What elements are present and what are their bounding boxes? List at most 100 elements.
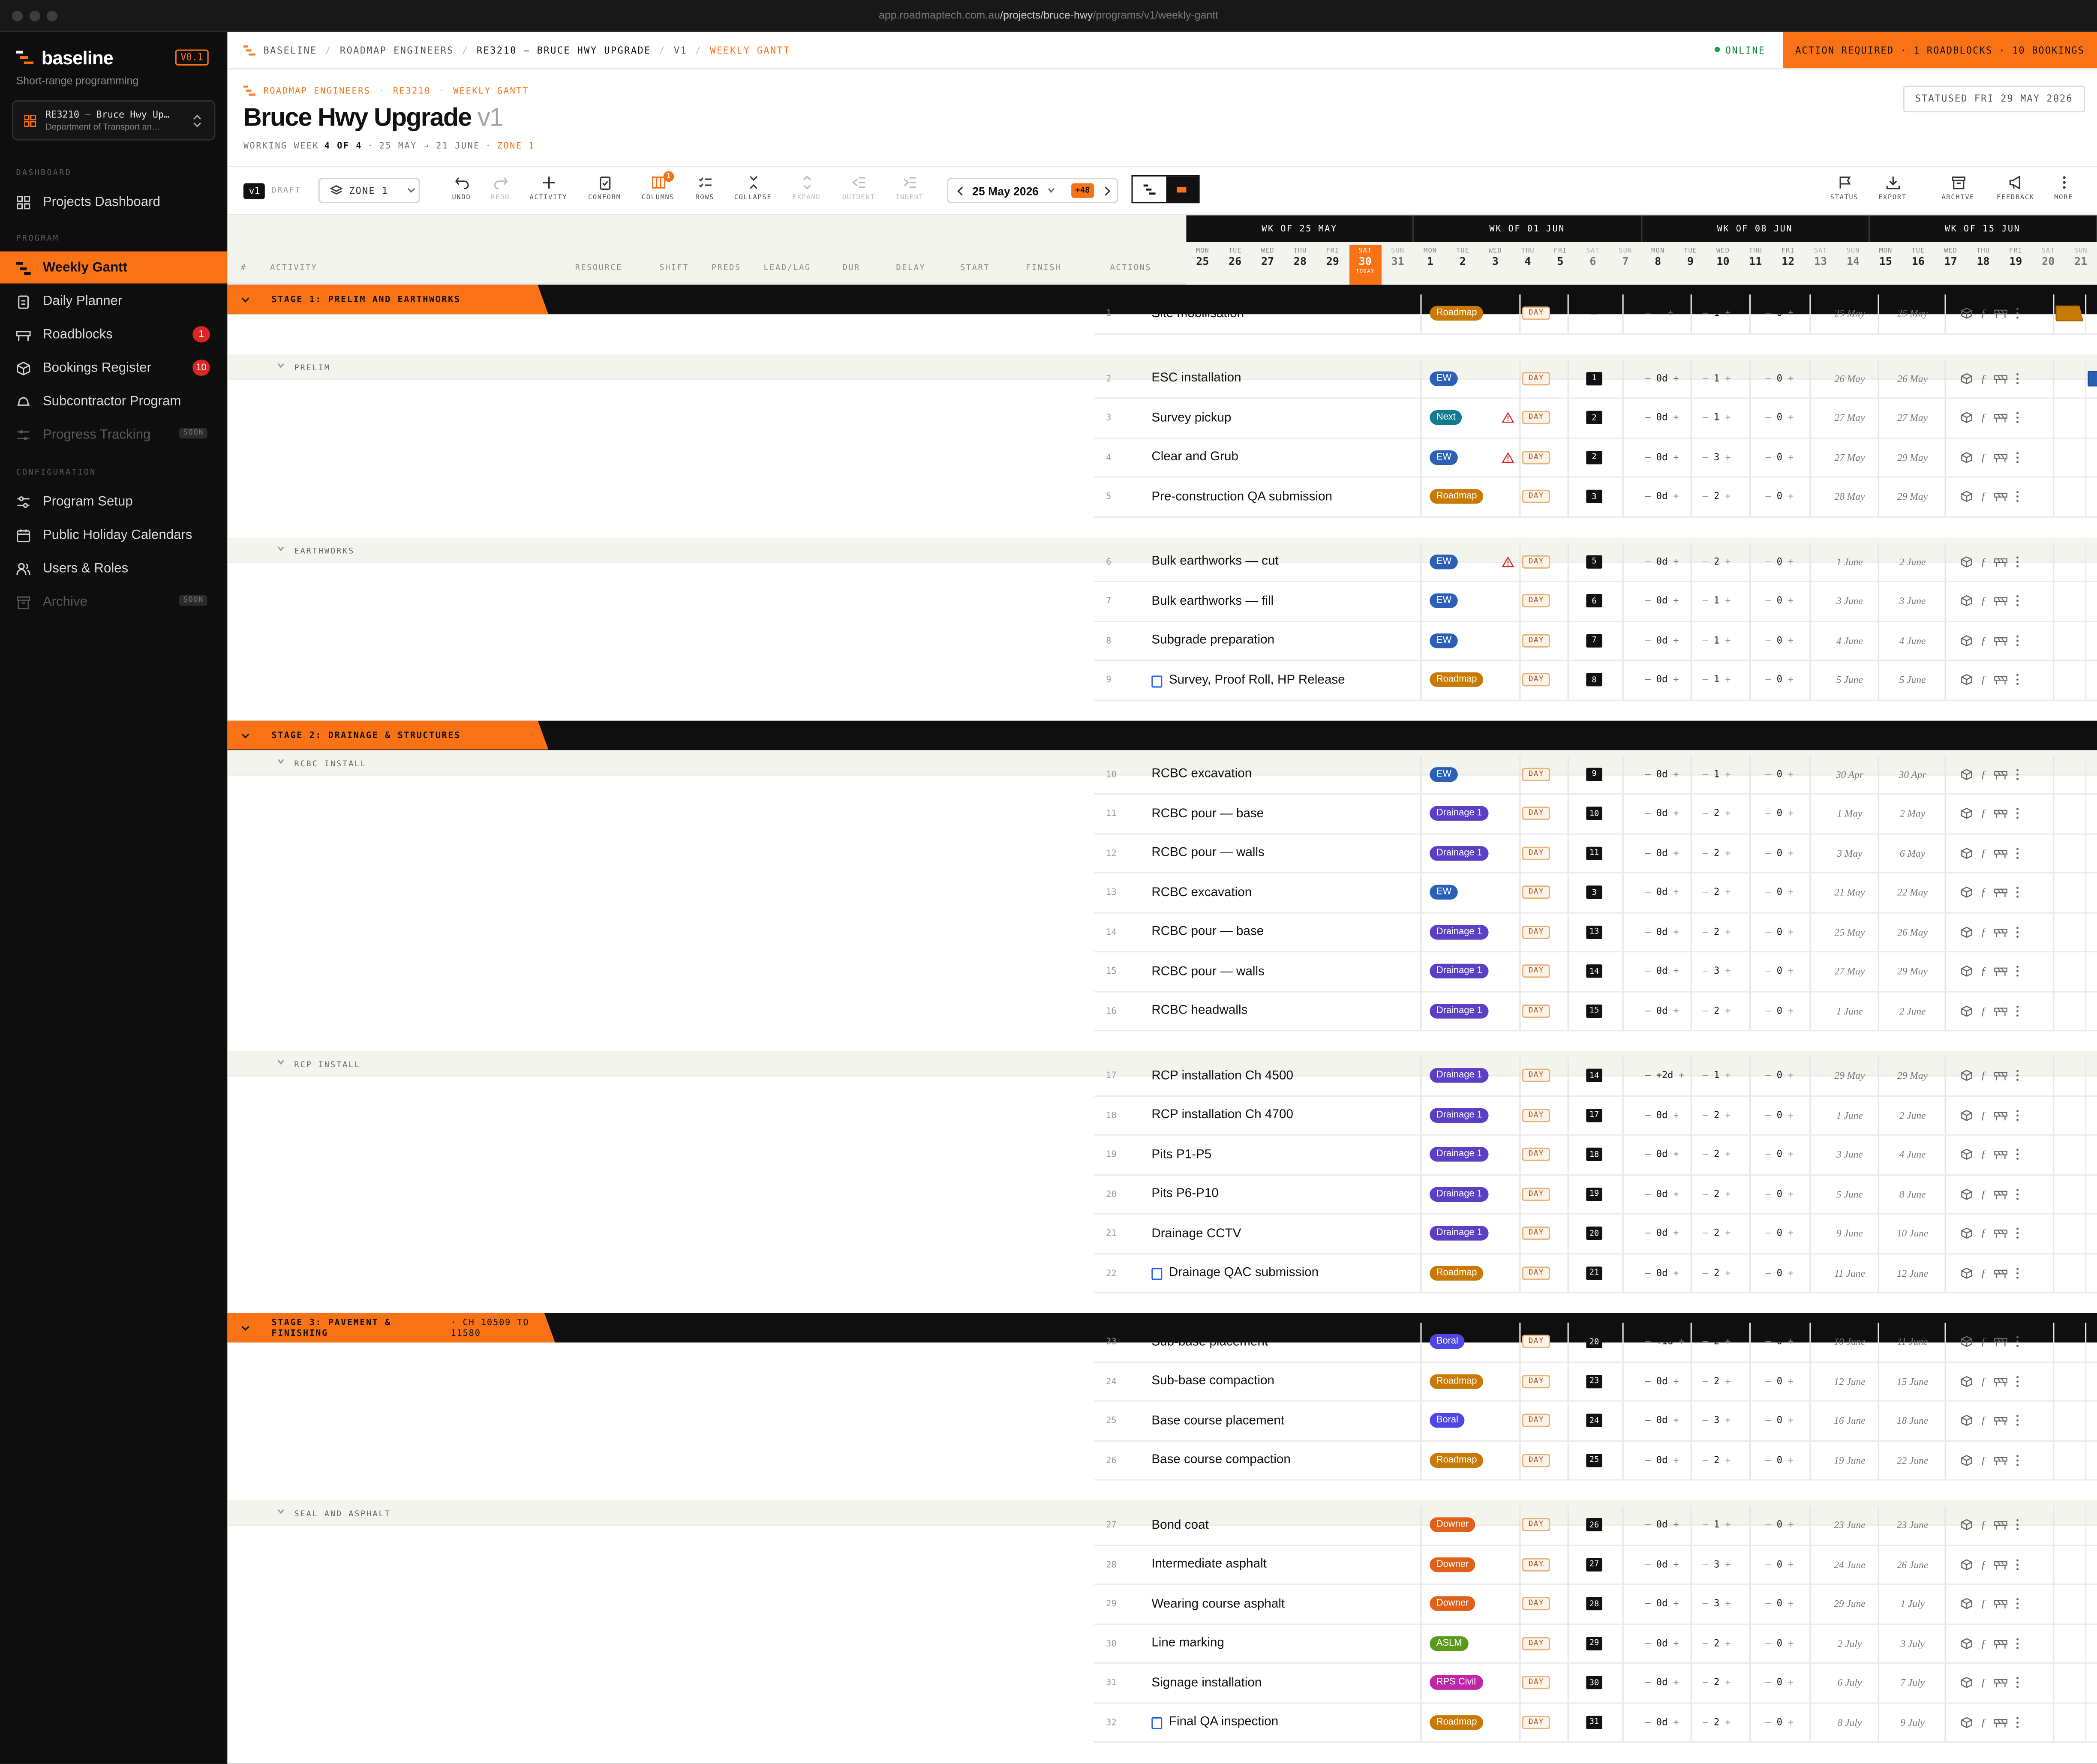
delay-stepper[interactable]: – 0 + [1765,1520,1794,1530]
day-cell[interactable] [2053,542,2085,581]
predecessor-badge[interactable]: 2 [1586,411,1602,425]
cube-icon[interactable] [1961,1149,1973,1161]
delay-stepper[interactable]: – 0 + [1765,1638,1794,1649]
resource-pill[interactable]: EW [1430,554,1458,569]
formula-icon[interactable]: ƒ [1981,966,1986,978]
duration-stepper[interactable]: – 2 + [1703,1376,1731,1386]
chevron-down-icon[interactable] [241,1324,250,1333]
activity-name[interactable]: RCBC pour — walls [1151,834,1265,872]
resource-pill[interactable]: EW [1430,450,1458,465]
day-cell[interactable] [2053,1323,2085,1361]
nav-subcontractor-program[interactable]: Subcontractor Program [0,385,227,417]
delay-stepper[interactable]: – 0 + [1765,452,1794,463]
formula-icon[interactable]: ƒ [1981,1598,1986,1610]
lead-lag-stepper[interactable]: – 0d + [1645,887,1679,898]
duration-stepper[interactable]: – 1 + [1703,1520,1731,1530]
activity-name[interactable]: RCBC excavation [1151,873,1252,912]
delay-stepper[interactable]: – 0 + [1765,966,1794,977]
formula-icon[interactable]: ƒ [1981,1227,1986,1239]
activity-name[interactable]: Base course placement [1151,1402,1284,1440]
columns-button[interactable]: COLUMNS 1 [638,171,678,202]
cube-icon[interactable] [1961,1336,1973,1348]
lead-lag-stepper[interactable]: – 0d + [1645,635,1679,646]
nav-daily-planner[interactable]: Daily Planner [0,285,227,317]
day-cell[interactable] [2085,755,2097,793]
duration-stepper[interactable]: – 3 + [1703,1559,1731,1570]
day-cell[interactable] [2085,1323,2097,1361]
day-cell[interactable] [2053,359,2085,398]
finish-date[interactable]: 4 June [1886,1149,1939,1161]
col-number[interactable]: # [241,264,247,273]
more-vertical-icon[interactable] [2016,1149,2019,1161]
activity-row[interactable]: 11 RCBC pour — base Drainage 1 DAY 10 – 0d + –… [1094,795,2097,834]
barrier-icon[interactable] [1994,1558,2007,1570]
formula-icon[interactable]: ƒ [1981,1519,1986,1531]
cube-icon[interactable] [1961,1415,1973,1427]
start-date[interactable]: 6 July [1823,1677,1877,1689]
activity-row[interactable]: 1 Site mobilisation Roadmap DAY — – — + – 1 + –… [1094,294,2097,334]
day-cell[interactable] [2053,1624,2085,1662]
barrier-icon[interactable] [1994,412,2007,424]
barrier-icon[interactable] [1994,1415,2007,1427]
predecessor-badge[interactable]: 15 [1586,1004,1602,1018]
activity-name[interactable]: Signage installation [1151,1664,1262,1702]
finish-date[interactable]: 7 July [1886,1677,1939,1689]
day-cell[interactable] [2053,621,2085,660]
activity-name[interactable]: Intermediate asphalt [1151,1545,1267,1584]
resource-pill[interactable]: Roadmap [1430,1452,1484,1468]
activity-row[interactable]: 27 Bond coat Downer DAY 26 – 0d + – 1 + – 0 + 23… [1094,1506,2097,1545]
resource-pill[interactable]: Roadmap [1430,1715,1484,1730]
nav-roadblocks[interactable]: Roadblocks 1 [0,318,227,351]
delay-stepper[interactable]: – 0 + [1765,675,1794,685]
finish-date[interactable]: 22 May [1886,887,1939,899]
formula-icon[interactable]: ƒ [1981,1336,1986,1348]
col-shift[interactable]: SHIFT [659,264,689,273]
shift-badge[interactable]: DAY [1522,925,1551,939]
chevron-down-icon[interactable] [241,296,250,305]
duration-stepper[interactable]: – 2 + [1703,1455,1731,1466]
resource-pill[interactable]: EW [1430,371,1458,386]
activity-row[interactable]: 18 RCP installation Ch 4700 Drainage 1 DAY 1… [1094,1096,2097,1136]
finish-date[interactable]: 10 June [1886,1227,1939,1239]
cube-icon[interactable] [1961,1375,1973,1387]
finish-date[interactable]: 22 June [1886,1454,1939,1466]
day-cell[interactable] [2053,399,2085,437]
formula-icon[interactable]: ƒ [1981,1149,1986,1161]
predecessor-badge[interactable]: 7 [1586,633,1602,648]
barrier-icon[interactable] [1994,847,2007,859]
predecessor-badge[interactable]: 20 [1586,1227,1602,1240]
predecessor-badge[interactable]: 3 [1586,886,1602,900]
barrier-icon[interactable] [1994,372,2007,384]
finish-date[interactable]: 2 June [1886,555,1939,567]
more-vertical-icon[interactable] [2016,595,2019,607]
delay-stepper[interactable]: – 0 + [1765,1677,1794,1688]
activity-row[interactable]: 22 Drainage QAC submission Roadmap DAY 21 – 0… [1094,1254,2097,1293]
day-cell[interactable] [2085,1254,2097,1292]
day-cell[interactable] [2085,795,2097,833]
delay-stepper[interactable]: – 0 + [1765,1268,1794,1278]
activity-name[interactable]: Site mobilisation [1151,294,1244,333]
formula-icon[interactable]: ƒ [1981,768,1986,780]
breadcrumb-org[interactable]: ROADMAP ENGINEERS [340,45,454,56]
predecessor-badge[interactable]: 26 [1586,1518,1602,1532]
cube-icon[interactable] [1961,926,1973,938]
duration-stepper[interactable]: – 2 + [1703,808,1731,819]
cube-icon[interactable] [1961,308,1973,320]
day-cell[interactable] [2085,1545,2097,1584]
activity-name[interactable]: Bulk earthworks — cut [1151,543,1279,581]
barrier-icon[interactable] [1994,1005,2007,1017]
finish-date[interactable]: 26 May [1886,926,1939,938]
day-cell[interactable] [2085,294,2097,333]
shift-badge[interactable]: DAY [1522,1266,1551,1280]
barrier-icon[interactable] [1994,308,2007,320]
barrier-icon[interactable] [1994,491,2007,503]
start-date[interactable]: 29 June [1823,1598,1877,1610]
finish-date[interactable]: 2 May [1886,807,1939,819]
duration-stepper[interactable]: – 2 + [1703,1677,1731,1688]
start-date[interactable]: 5 June [1823,674,1877,686]
activity-row[interactable]: 23 Sub-base placement Boral DAY 20– +1d + – 2… [1094,1323,2097,1362]
rows-button[interactable]: ROWS [685,175,725,202]
day-cell[interactable] [2053,913,2085,951]
delay-stepper[interactable]: – 0 + [1765,596,1794,606]
lead-lag-stepper[interactable]: – — + [1645,308,1673,319]
